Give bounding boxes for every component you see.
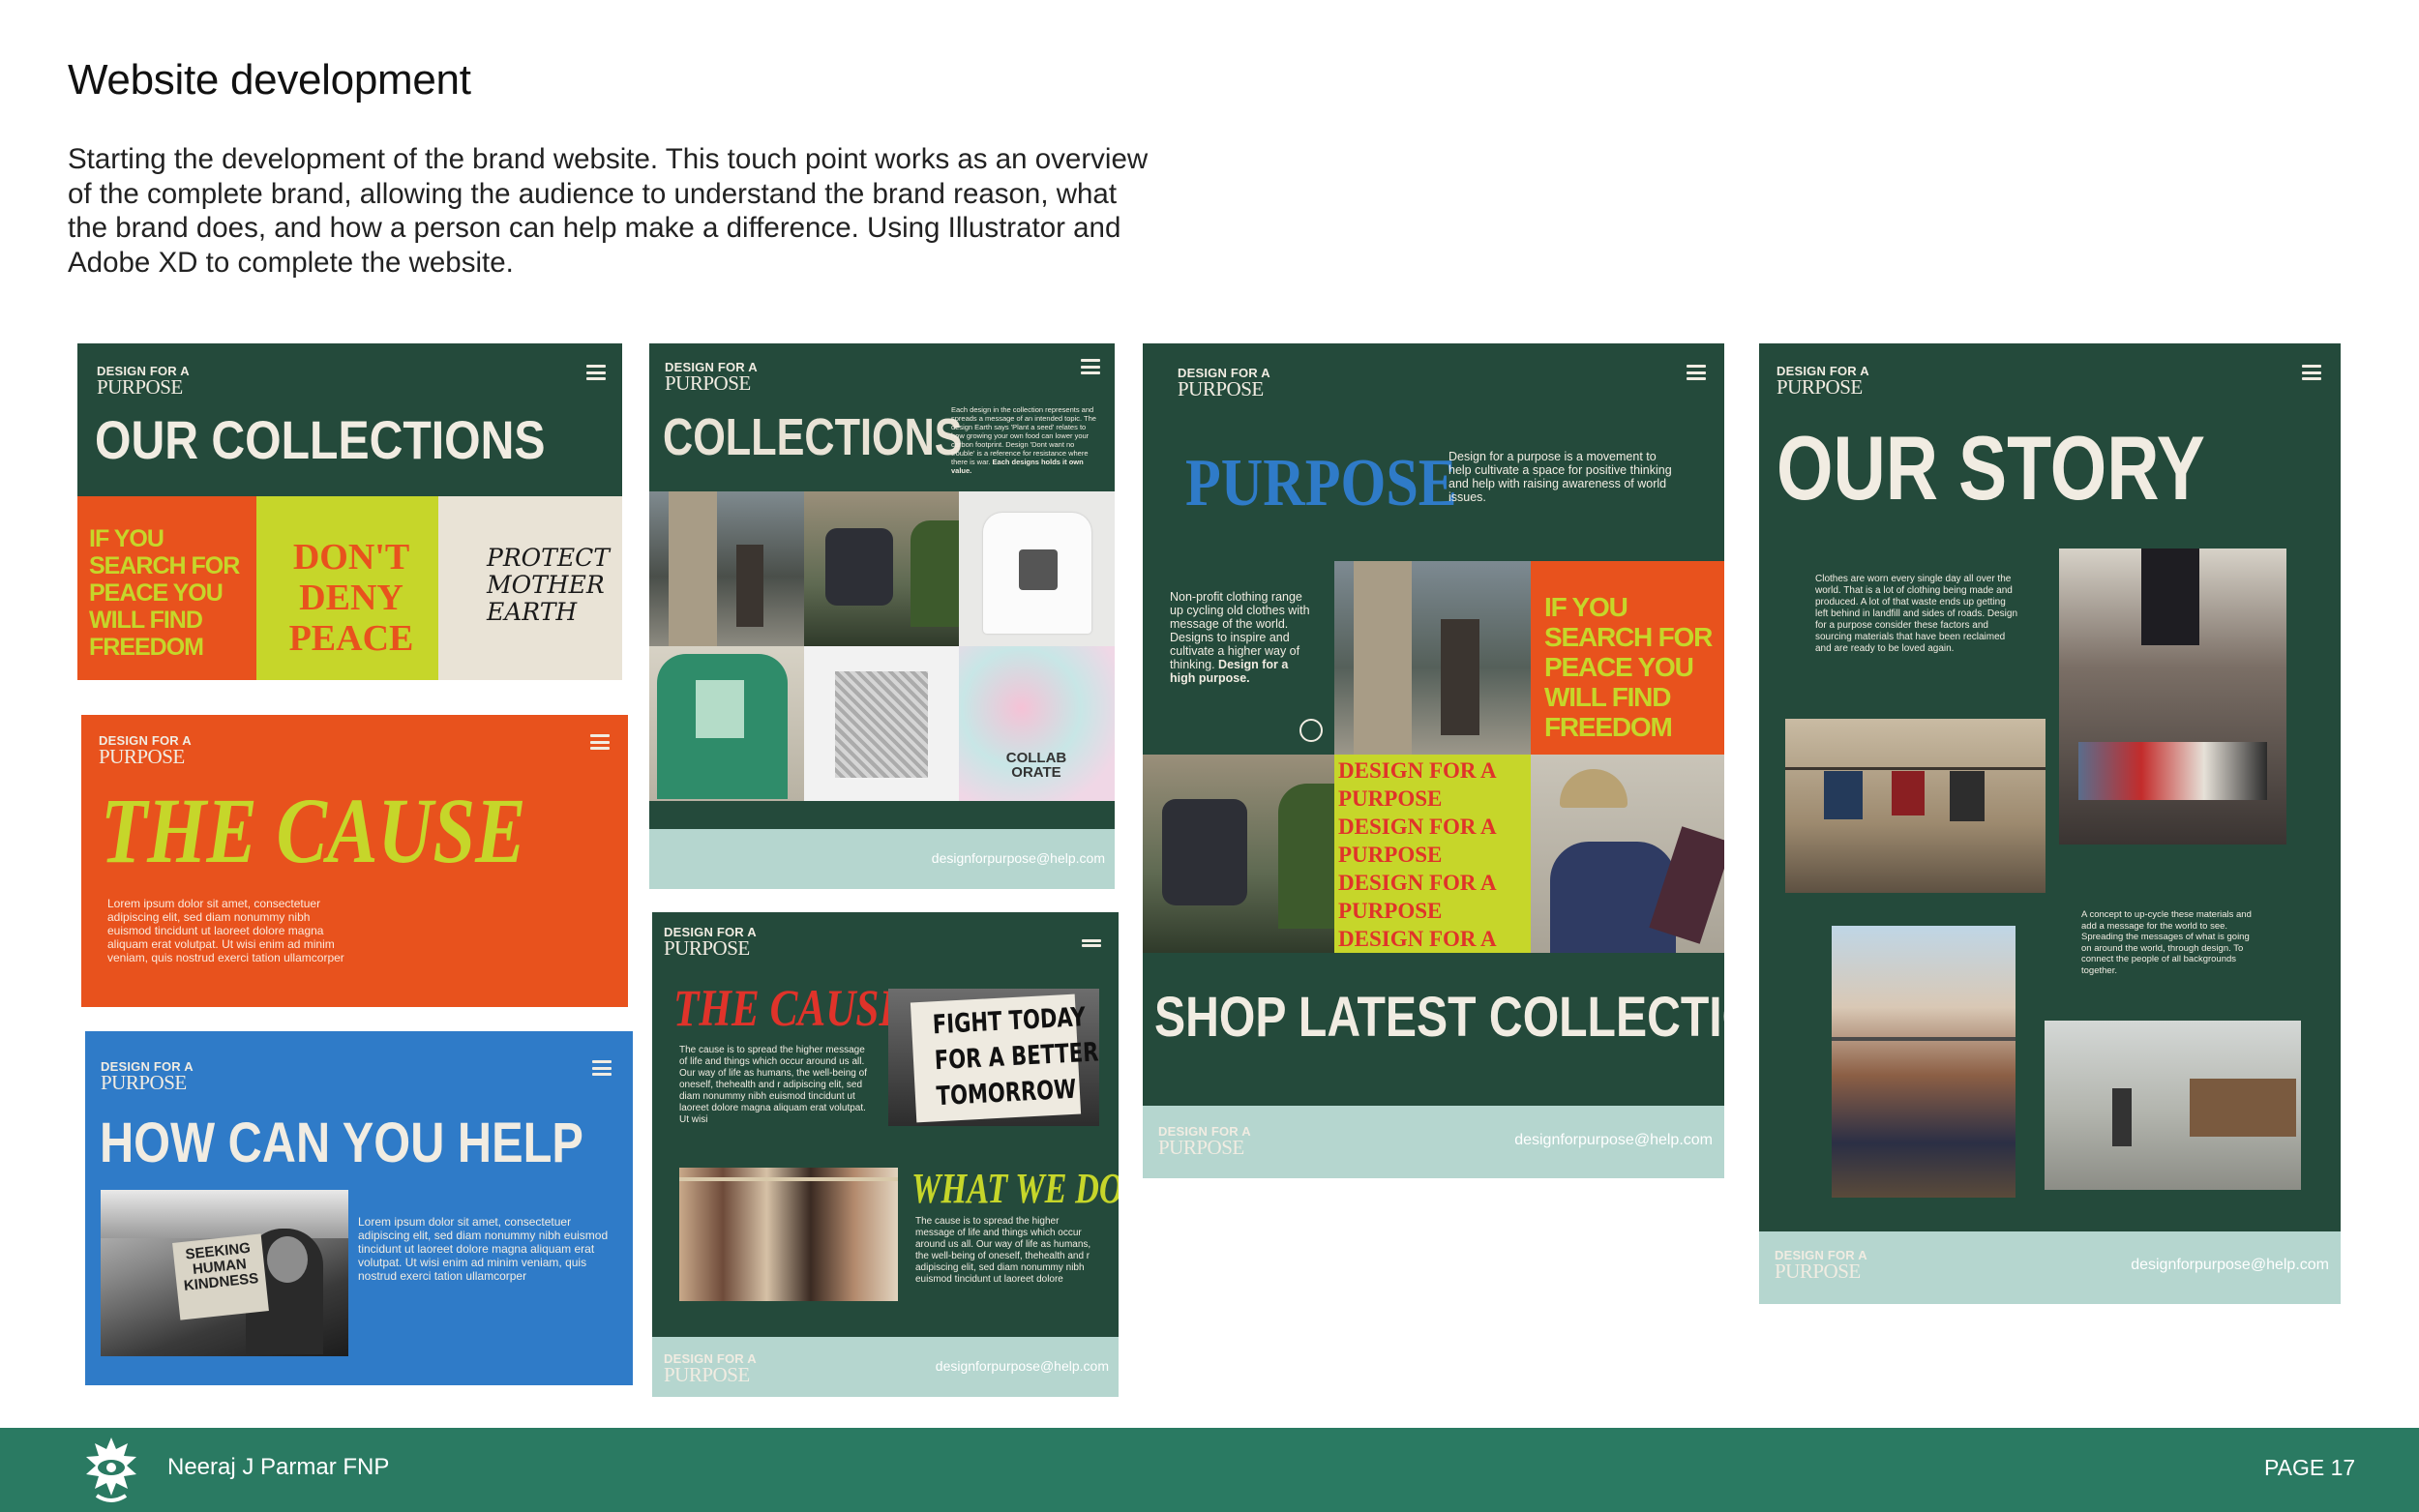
brand-logo: DESIGN FOR A PURPOSE <box>101 1059 194 1094</box>
heading-the-cause: THE CAUSE <box>101 779 526 882</box>
shirt-collaborate-text: COLLAB ORATE <box>1005 750 1067 781</box>
story-text-1: Clothes are worn every single day all ov… <box>1815 574 2018 654</box>
footer-bar: DESIGN FOR A PURPOSE designforpurpose@hel… <box>1143 1106 1724 1178</box>
purpose-repeat-text: DESIGN FOR A PURPOSE DESIGN FOR A PURPOS… <box>1338 758 1496 951</box>
purpose-description: Design for a purpose is a movement to he… <box>1448 450 1672 504</box>
email-link[interactable]: designforpurpose@help.com <box>936 1358 1109 1374</box>
brand-emblem-icon <box>83 1436 139 1505</box>
fist-icon <box>1299 719 1323 742</box>
intro-paragraph: Starting the development of the brand we… <box>68 143 1149 279</box>
brand-logo: DESIGN FOR A PURPOSE <box>97 364 190 399</box>
photo-street-man <box>649 491 804 646</box>
mockup-how-can-you-help: DESIGN FOR A PURPOSE HOW CAN YOU HELP SEE… <box>85 1031 633 1385</box>
collections-description: Each design in the collection represents… <box>951 405 1096 475</box>
heading-our-story: OUR STORY <box>1777 417 2205 519</box>
footer-bar: DESIGN FOR A PURPOSE designforpurpose@hel… <box>1759 1231 2341 1304</box>
sign-fight-today: FIGHT TODAY FOR A BETTER TOMORROW <box>910 993 1099 1123</box>
photo-back-tshirt-large <box>1143 755 1334 953</box>
brand-logo: DESIGN FOR A PURPOSE <box>99 733 192 768</box>
brand-logo: DESIGN FOR A PURPOSE <box>664 1351 757 1386</box>
heading-the-cause-small: THE CAUSE <box>673 979 908 1037</box>
mockup-our-story: DESIGN FOR A PURPOSE OUR STORY Clothes ar… <box>1759 343 2341 1304</box>
cause-body-small: The cause is to spread the higher messag… <box>679 1045 867 1125</box>
photo-green-sweatshirt <box>649 646 804 801</box>
photo-street-truck <box>2045 1021 2301 1190</box>
tile-search-peace-large: IF YOU SEARCH FOR PEACE YOU WILL FIND FR… <box>1531 561 1724 755</box>
help-body-text: Lorem ipsum dolor sit amet, consectetuer… <box>358 1215 609 1283</box>
tile-protect-earth: PROTECT MOTHER EARTH <box>438 496 622 680</box>
tile-search-peace-text: IF YOU SEARCH FOR PEACE YOU WILL FIND FR… <box>89 525 240 661</box>
menu-icon[interactable] <box>592 1060 612 1076</box>
mockup-collections-grid: DESIGN FOR A PURPOSE COLLECTIONS Each des… <box>649 343 1115 889</box>
page-title: Website development <box>68 56 471 104</box>
menu-icon[interactable] <box>1687 365 1706 380</box>
photo-homeless-man: SEEKING HUMAN KINDNESS <box>101 1190 348 1356</box>
brand-logo: DESIGN FOR A PURPOSE <box>665 360 758 395</box>
brand-logo: DESIGN FOR A PURPOSE <box>1158 1124 1251 1159</box>
sign-seeking-kindness: SEEKING HUMAN KINDNESS <box>172 1233 269 1320</box>
heading-purpose: PURPOSE <box>1185 446 1457 520</box>
mockup-cause-what-we-do: DESIGN FOR A PURPOSE THE CAUSE The cause … <box>652 912 1119 1397</box>
footer-bar: DESIGN FOR A PURPOSE designforpurpose@hel… <box>652 1337 1119 1397</box>
purpose-side-text: Non-profit clothing range up cycling old… <box>1170 590 1310 685</box>
tile-dont-deny-peace: DON'T DENY PEACE <box>256 496 438 680</box>
menu-icon[interactable] <box>1082 939 1101 955</box>
photo-woman-dont-deny <box>1531 755 1724 953</box>
cause-body-text: Lorem ipsum dolor sit amet, consectetuer… <box>107 897 344 964</box>
photo-street-man-large <box>1334 561 1531 755</box>
heading-collections: COLLECTIONS <box>663 408 963 466</box>
mockup-purpose-shop: DESIGN FOR A PURPOSE PURPOSE Design for a… <box>1143 343 1724 1178</box>
mockup-our-collections: DESIGN FOR A PURPOSE OUR COLLECTIONS IF Y… <box>77 343 622 680</box>
heading-what-we-do: WHAT WE DO <box>911 1165 1119 1212</box>
menu-icon[interactable] <box>1081 359 1100 374</box>
brand-logo: DESIGN FOR A PURPOSE <box>1775 1248 1867 1283</box>
author-name: Neeraj J Parmar FNP <box>167 1454 390 1480</box>
brand-logo: DESIGN FOR A PURPOSE <box>664 925 757 960</box>
photo-white-tshirt <box>959 491 1115 646</box>
what-we-do-body: The cause is to spread the higher messag… <box>915 1216 1091 1285</box>
photo-clothes-rail-outdoor <box>1832 926 2016 1198</box>
page-number: PAGE 17 <box>2264 1455 2356 1480</box>
brand-logo: DESIGN FOR A PURPOSE <box>1178 366 1270 400</box>
footer-bar: designforpurpose@help.com <box>649 829 1115 889</box>
tile-search-peace: IF YOU SEARCH FOR PEACE YOU WILL FIND FR… <box>77 496 256 680</box>
heading-how-can-you-help: HOW CAN YOU HELP <box>100 1112 583 1174</box>
brand-logo: DESIGN FOR A PURPOSE <box>1777 364 1869 399</box>
email-link[interactable]: designforpurpose@help.com <box>1514 1132 1713 1149</box>
story-text-2: A concept to up-cycle these materials an… <box>2081 909 2252 976</box>
photo-clothes-rack <box>679 1168 898 1301</box>
tile-search-peace-large-text: IF YOU SEARCH FOR PEACE YOU WILL FIND FR… <box>1544 592 1713 742</box>
email-link[interactable]: designforpurpose@help.com <box>2131 1257 2329 1274</box>
menu-icon[interactable] <box>2302 365 2321 380</box>
heading-shop-latest-collections: SHOP LATEST COLLECTIONS <box>1154 986 1724 1049</box>
photo-fight-today-sign: FIGHT TODAY FOR A BETTER TOMORROW <box>888 989 1099 1126</box>
photo-market-stall <box>2059 548 2286 845</box>
email-link[interactable]: designforpurpose@help.com <box>932 850 1105 866</box>
menu-icon[interactable] <box>586 365 606 380</box>
menu-icon[interactable] <box>590 734 610 750</box>
tile-dont-deny-peace-text: DON'T DENY PEACE <box>288 537 414 659</box>
photo-tie-dye: COLLAB ORATE <box>959 646 1115 801</box>
photo-balcony-clothes <box>1785 719 2046 893</box>
tile-purpose-repeat: DESIGN FOR A PURPOSE DESIGN FOR A PURPOS… <box>1334 755 1531 953</box>
tile-protect-earth-text: PROTECT MOTHER EARTH <box>487 544 610 626</box>
heading-our-collections: OUR COLLECTIONS <box>95 409 546 470</box>
photo-graphic-tee <box>804 646 959 801</box>
mockup-the-cause: DESIGN FOR A PURPOSE THE CAUSE Lorem ipsu… <box>81 715 628 1007</box>
photo-back-tshirt <box>804 491 959 646</box>
